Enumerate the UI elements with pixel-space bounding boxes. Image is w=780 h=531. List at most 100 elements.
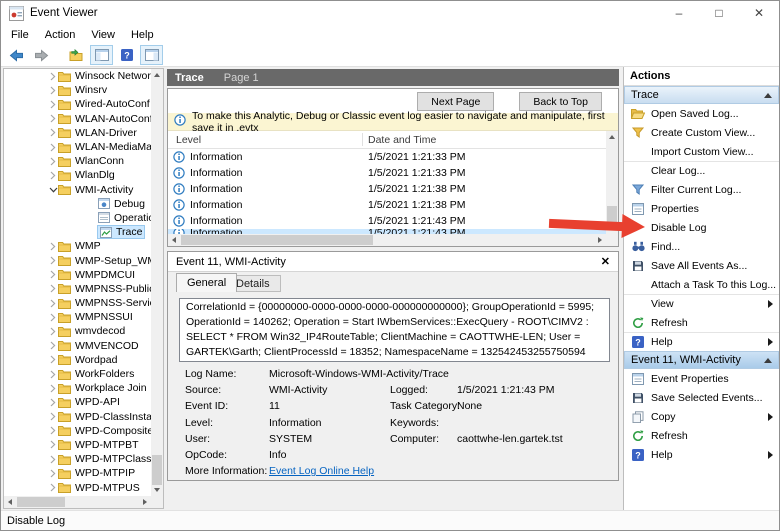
collapsed-chevron-icon[interactable] [48,270,58,279]
tree-hscroll-thumb[interactable] [17,497,65,507]
action-event-properties[interactable]: Event Properties [624,369,779,388]
tree-item-debug[interactable]: Debug [4,197,151,211]
tab-general[interactable]: General [176,273,237,292]
action-help[interactable]: ?Help [624,332,779,351]
tree-item-wlan-mediama[interactable]: WLAN-MediaMa [4,140,151,154]
collapsed-chevron-icon[interactable] [48,299,58,308]
tree-vscroll-thumb[interactable] [152,455,162,485]
collapsed-chevron-icon[interactable] [48,171,58,180]
collapsed-chevron-icon[interactable] [48,313,58,322]
scroll-down-arrow[interactable] [606,222,618,234]
help-button[interactable]: ? [115,45,138,65]
action-create-custom-view-[interactable]: Create Custom View... [624,123,779,142]
menu-view[interactable]: View [83,27,123,43]
open-saved-log-button[interactable] [65,45,88,65]
menu-help[interactable]: Help [123,27,162,43]
action-help[interactable]: ?Help [624,445,779,464]
tree-item-wlan-autoconf[interactable]: WLAN-AutoConf [4,112,151,126]
list-vertical-scrollbar[interactable] [606,131,618,234]
tree-item-operational[interactable]: Operational [4,211,151,225]
tree-item-wlan-driver[interactable]: WLAN-Driver [4,126,151,140]
next-page-button[interactable]: Next Page [417,92,494,111]
column-level[interactable]: Level [176,134,201,146]
tree-item-wmvencod[interactable]: WMVENCOD [4,339,151,353]
scroll-left-arrow[interactable] [4,496,16,508]
show-action-pane-button[interactable] [140,45,163,65]
maximize-button[interactable]: □ [699,1,739,25]
collapsed-chevron-icon[interactable] [48,384,58,393]
tree-item-wired-autoconf[interactable]: Wired-AutoConf [4,97,151,111]
tree-item-wpd-mtpus[interactable]: WPD-MTPUS [4,480,151,494]
expanded-chevron-icon[interactable] [48,187,58,193]
close-detail-icon[interactable]: ✕ [601,255,610,268]
scroll-right-arrow[interactable] [594,234,606,246]
tree-item-trace[interactable]: Trace [4,225,151,239]
forward-button[interactable] [30,45,53,65]
event-row[interactable]: Information1/5/2021 1:21:38 PM [168,197,606,213]
tree-horizontal-scrollbar[interactable] [4,496,151,508]
event-row[interactable]: Information1/5/2021 1:21:38 PM [168,181,606,197]
collapsed-chevron-icon[interactable] [48,157,58,166]
scroll-down-arrow[interactable] [151,484,163,496]
collapsed-chevron-icon[interactable] [48,469,58,478]
tree-item-wmvdecod[interactable]: wmvdecod [4,324,151,338]
menu-file[interactable]: File [3,27,37,43]
collapsed-chevron-icon[interactable] [48,370,58,379]
collapsed-chevron-icon[interactable] [48,327,58,336]
tree-item-wpd-api[interactable]: WPD-API [4,395,151,409]
action-open-saved-log-[interactable]: Open Saved Log... [624,104,779,123]
menu-action[interactable]: Action [37,27,84,43]
collapse-section-icon[interactable] [764,93,772,98]
collapsed-chevron-icon[interactable] [48,242,58,251]
scroll-up-arrow[interactable] [606,131,618,143]
actions-section-event-11-wmi-activity[interactable]: Event 11, WMI-Activity [624,351,779,369]
action-copy[interactable]: Copy [624,407,779,426]
column-date-time[interactable]: Date and Time [368,134,436,146]
scroll-right-arrow[interactable] [139,496,151,508]
tree-item-wpd-mtpclassd[interactable]: WPD-MTPClassD [4,452,151,466]
action-properties[interactable]: Properties [624,199,779,218]
actions-section-trace[interactable]: Trace [624,86,779,104]
tree-item-wlandlg[interactable]: WlanDlg [4,168,151,182]
event-description[interactable]: CorrelationId = {00000000-0000-0000-0000… [179,298,610,362]
event-row[interactable]: Information1/5/2021 1:21:43 PM [168,213,606,229]
tree-item-wlanconn[interactable]: WlanConn [4,154,151,168]
back-to-top-button[interactable]: Back to Top [519,92,602,111]
collapsed-chevron-icon[interactable] [48,455,58,464]
collapsed-chevron-icon[interactable] [48,100,58,109]
collapsed-chevron-icon[interactable] [48,72,58,81]
collapsed-chevron-icon[interactable] [48,412,58,421]
tree-item-wmp[interactable]: WMP [4,239,151,253]
tree-item-wmpdmcui[interactable]: WMPDMCUI [4,268,151,282]
collapsed-chevron-icon[interactable] [48,440,58,449]
tree-item-wmpnss-public[interactable]: WMPNSS-Public [4,282,151,296]
collapsed-chevron-icon[interactable] [48,483,58,492]
action-filter-current-log-[interactable]: Filter Current Log... [624,180,779,199]
event-row[interactable]: Information1/5/2021 1:21:33 PM [168,149,606,165]
tree-item-wmpnss-servic[interactable]: WMPNSS-Servic [4,296,151,310]
close-button[interactable]: ✕ [739,1,779,25]
action-clear-log-[interactable]: Clear Log... [624,161,779,180]
collapse-section-icon[interactable] [764,358,772,363]
event-log-online-help-link[interactable]: Event Log Online Help [269,465,374,477]
tree-item-workplace-join[interactable]: Workplace Join [4,381,151,395]
tree-item-wordpad[interactable]: Wordpad [4,353,151,367]
action-find-[interactable]: Find... [624,237,779,256]
action-attach-a-task-to-this-log-[interactable]: Attach a Task To this Log... [624,275,779,294]
list-horizontal-scrollbar[interactable] [168,234,606,246]
action-disable-log[interactable]: Disable Log [624,218,779,237]
minimize-button[interactable]: – [659,1,699,25]
collapsed-chevron-icon[interactable] [48,341,58,350]
tree-item-wpd-composite[interactable]: WPD-Composite [4,424,151,438]
scroll-left-arrow[interactable] [168,234,180,246]
tree-vertical-scrollbar[interactable] [151,69,163,496]
action-refresh[interactable]: Refresh [624,426,779,445]
list-hscroll-thumb[interactable] [181,235,373,245]
collapsed-chevron-icon[interactable] [48,143,58,152]
back-button[interactable] [5,45,28,65]
show-console-tree-button[interactable] [90,45,113,65]
tree-item-winsrv[interactable]: Winsrv [4,83,151,97]
collapsed-chevron-icon[interactable] [48,114,58,123]
tree-item-wmi-activity[interactable]: WMI-Activity [4,183,151,197]
collapsed-chevron-icon[interactable] [48,398,58,407]
